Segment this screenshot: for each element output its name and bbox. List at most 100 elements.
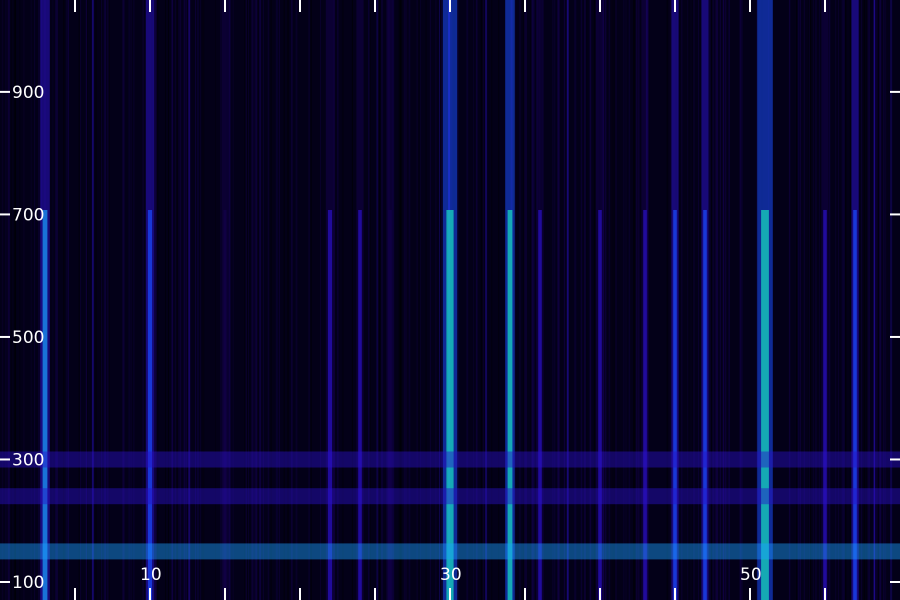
noise-streak bbox=[351, 0, 353, 600]
noise-streak bbox=[861, 0, 862, 600]
noise-streak bbox=[420, 0, 421, 600]
noise-streak bbox=[168, 0, 169, 600]
noise-streak bbox=[95, 0, 97, 600]
noise-streak bbox=[725, 0, 727, 600]
noise-streak bbox=[435, 0, 437, 600]
noise-streak bbox=[270, 0, 272, 600]
noise-streak bbox=[87, 0, 88, 600]
column-core bbox=[223, 210, 227, 600]
noise-streak bbox=[122, 0, 125, 600]
noise-streak bbox=[712, 0, 715, 600]
noise-streak bbox=[188, 0, 190, 600]
noise-streak bbox=[107, 0, 110, 600]
noise-streak bbox=[687, 0, 689, 600]
noise-streak bbox=[800, 0, 801, 600]
spectrogram-chart: 100 300 500 700 900 10 30 50 bbox=[0, 0, 900, 600]
noise-streak bbox=[795, 0, 797, 600]
noise-streak bbox=[429, 0, 431, 600]
column-core bbox=[703, 210, 707, 600]
noise-streak bbox=[183, 0, 186, 600]
noise-streak bbox=[485, 0, 488, 600]
noise-streak bbox=[491, 0, 493, 600]
noise-streak bbox=[604, 0, 607, 600]
noise-streak bbox=[466, 0, 469, 600]
noise-streak bbox=[368, 0, 370, 600]
noise-streak bbox=[553, 0, 556, 600]
noise-streak bbox=[171, 0, 174, 600]
noise-streak bbox=[408, 0, 411, 600]
noise-streak bbox=[405, 0, 408, 600]
y-tick-label: 100 bbox=[12, 573, 44, 593]
column-core bbox=[42, 210, 48, 600]
noise-streak bbox=[417, 0, 420, 600]
noise-streak bbox=[196, 0, 199, 600]
noise-streak bbox=[863, 0, 866, 600]
noise-streak bbox=[79, 0, 82, 600]
column-core bbox=[673, 210, 677, 600]
column-core bbox=[358, 210, 362, 600]
noise-streak bbox=[709, 0, 711, 600]
noise-streak bbox=[884, 0, 887, 600]
noise-streak bbox=[584, 0, 586, 600]
column-core bbox=[327, 210, 333, 600]
noise-streak bbox=[66, 0, 68, 600]
noise-streak bbox=[728, 0, 730, 600]
column-core bbox=[643, 210, 647, 600]
noise-streak bbox=[719, 0, 721, 600]
noise-streak bbox=[245, 0, 247, 600]
noise-streak bbox=[100, 0, 101, 600]
noise-streak bbox=[398, 0, 401, 600]
noise-streak bbox=[742, 0, 743, 600]
noise-streak bbox=[812, 0, 814, 600]
noise-streak bbox=[710, 0, 712, 600]
x-tick-label: 50 bbox=[740, 565, 762, 585]
noise-streak bbox=[1, 0, 4, 600]
noise-streak bbox=[788, 0, 791, 600]
y-tick-label: 500 bbox=[12, 328, 44, 348]
noise-streak bbox=[519, 0, 521, 600]
noise-streak bbox=[865, 0, 868, 600]
noise-streak bbox=[589, 0, 592, 600]
noise-streak bbox=[798, 0, 800, 600]
noise-streak bbox=[85, 0, 87, 600]
noise-streak bbox=[249, 0, 251, 600]
noise-streak bbox=[756, 0, 758, 600]
noise-streak bbox=[844, 0, 847, 600]
noise-streak bbox=[722, 0, 725, 600]
noise-streak bbox=[5, 0, 7, 600]
noise-streak bbox=[232, 0, 234, 600]
noise-streak bbox=[295, 0, 298, 600]
noise-streak bbox=[165, 0, 166, 600]
noise-streak bbox=[283, 0, 285, 600]
x-tick-label: 30 bbox=[440, 565, 462, 585]
noise-streak bbox=[308, 0, 310, 600]
column-core bbox=[507, 210, 513, 600]
noise-streak bbox=[681, 0, 683, 600]
horizontal-band bbox=[0, 543, 900, 560]
column-core bbox=[446, 210, 454, 600]
noise-streak bbox=[267, 0, 270, 600]
noise-streak bbox=[320, 0, 321, 600]
x-tick-label: 10 bbox=[140, 565, 162, 585]
noise-streak bbox=[133, 0, 135, 600]
noise-streak bbox=[255, 0, 258, 600]
noise-streak bbox=[883, 0, 885, 600]
noise-streak bbox=[251, 0, 254, 600]
noise-streak bbox=[63, 0, 65, 600]
noise-streak bbox=[608, 0, 610, 600]
noise-streak bbox=[611, 0, 613, 600]
noise-streak bbox=[716, 0, 719, 600]
noise-streak bbox=[552, 0, 553, 600]
noise-streak bbox=[531, 0, 534, 600]
spectrogram-view: 100 300 500 700 900 10 30 50 bbox=[0, 0, 900, 600]
noise-streak bbox=[262, 0, 264, 600]
noise-streak bbox=[130, 0, 132, 600]
noise-streak bbox=[637, 0, 639, 600]
noise-streak bbox=[200, 0, 202, 600]
noise-streak bbox=[668, 0, 671, 600]
noise-streak bbox=[381, 0, 384, 600]
column-core bbox=[598, 210, 602, 600]
noise-streak bbox=[403, 0, 406, 600]
y-tick-label: 300 bbox=[12, 450, 44, 470]
noise-streak bbox=[614, 0, 617, 600]
